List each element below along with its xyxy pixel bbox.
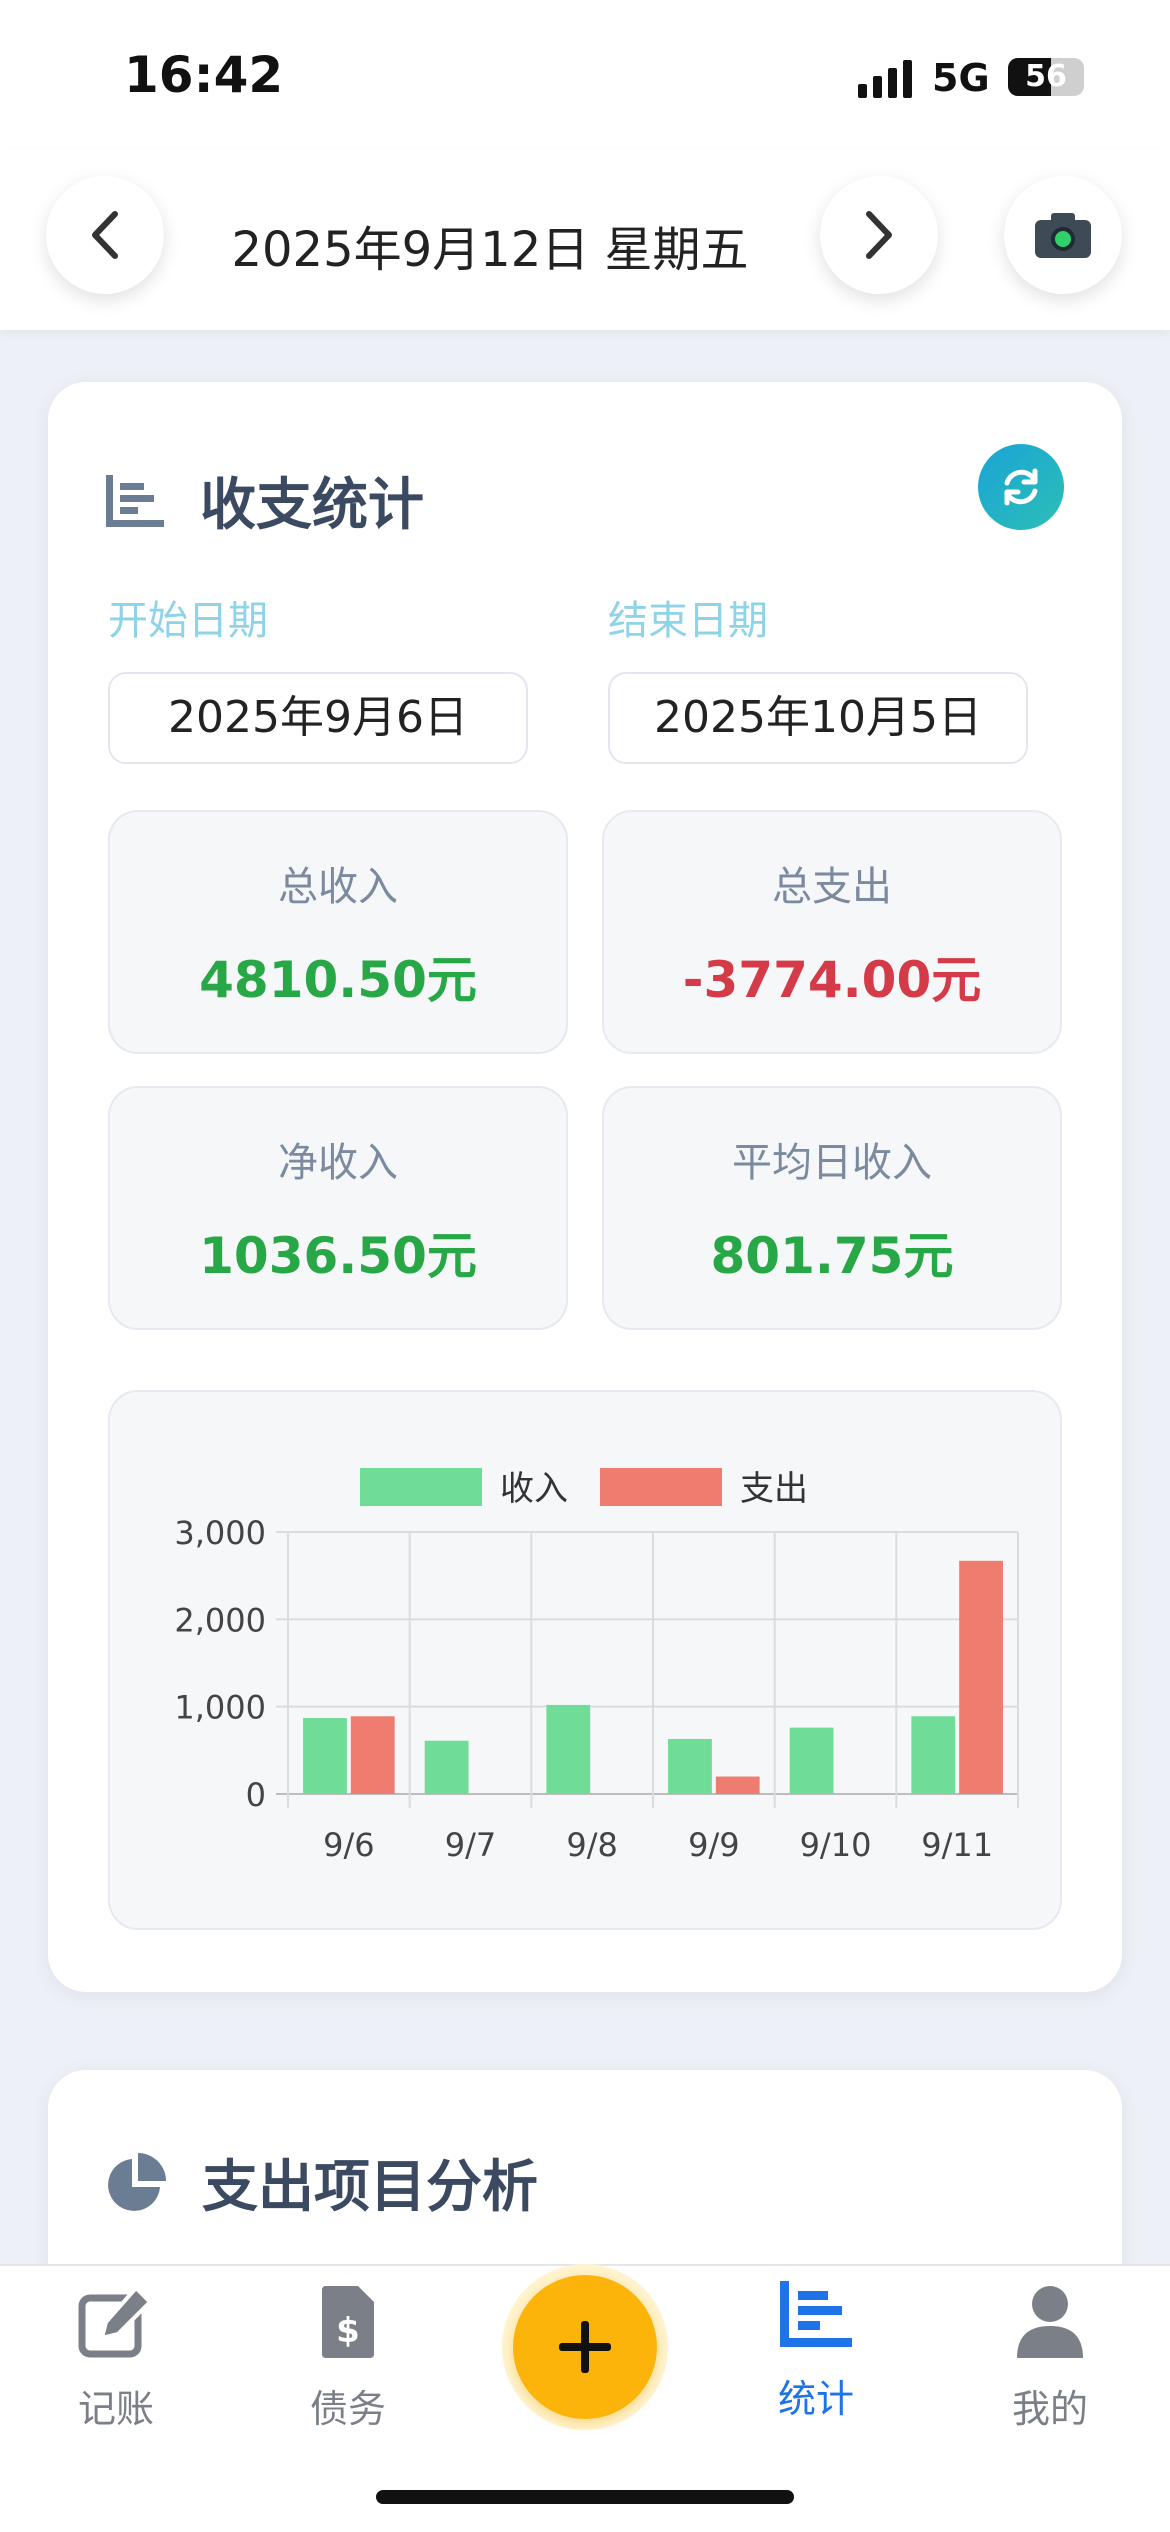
refresh-button[interactable] xyxy=(978,444,1064,530)
previous-day-button[interactable] xyxy=(46,176,164,294)
expense-bar xyxy=(350,1716,395,1794)
y-tick-label: 0 xyxy=(246,1776,266,1814)
x-tick-label: 9/10 xyxy=(800,1826,872,1864)
income-bar xyxy=(424,1740,469,1794)
net-income-tile: 净收入 1036.50元 xyxy=(108,1086,568,1330)
total-income-label: 总收入 xyxy=(278,864,398,910)
x-tick-label: 9/6 xyxy=(323,1826,375,1864)
bar-chart: 0 1,000 2,000 3,000 9/6 9/7 9/8 9/9 9/10 9/11 收入 支出 xyxy=(174,1468,1019,1864)
card-header: 收支统计 xyxy=(104,460,424,541)
income-expense-card: 收支统计 开始日期 结束日期 2025年9月6日 2025年10月5日 总收入 … xyxy=(48,382,1122,1992)
tab-debt-label: 债务 xyxy=(309,2387,386,2431)
battery-percent: 56 xyxy=(1025,59,1067,94)
income-bar xyxy=(303,1718,347,1794)
camera-icon xyxy=(1035,213,1091,258)
income-bar xyxy=(911,1716,956,1794)
chevron-left-icon xyxy=(92,211,118,259)
total-expense-tile: 总支出 -3774.00元 xyxy=(602,810,1062,1054)
user-icon xyxy=(1010,2282,1090,2362)
status-bar: 16:42 5G 56 xyxy=(0,0,1170,150)
total-expense-label: 总支出 xyxy=(772,864,892,910)
start-date-field[interactable]: 2025年9月6日 xyxy=(108,672,528,764)
pie-chart-icon xyxy=(108,2152,166,2211)
income-expense-chart: 0 1,000 2,000 3,000 9/6 9/7 9/8 9/9 9/10 9/11 收入 支出 xyxy=(108,1390,1062,1930)
network-type: 5G xyxy=(932,56,990,100)
tab-stats-label: 统计 xyxy=(777,2377,854,2421)
refresh-icon xyxy=(1004,468,1038,506)
battery-icon: 56 xyxy=(1008,58,1084,96)
expense-bar xyxy=(959,1560,1003,1794)
income-bar xyxy=(546,1704,591,1794)
tab-record-label: 记账 xyxy=(77,2387,154,2431)
bar-chart-icon xyxy=(776,2274,856,2354)
end-date-label: 结束日期 xyxy=(608,598,768,644)
plus-icon xyxy=(559,2321,611,2373)
camera-button[interactable] xyxy=(1004,176,1122,294)
home-indicator xyxy=(376,2490,794,2504)
x-tick-label: 9/9 xyxy=(688,1826,740,1864)
income-bar xyxy=(668,1738,712,1794)
next-day-button[interactable] xyxy=(820,176,938,294)
current-date[interactable]: 2025年9月12日 星期五 xyxy=(180,210,800,280)
average-daily-income-tile: 平均日收入 801.75元 xyxy=(602,1086,1062,1330)
svg-text:$: $ xyxy=(336,2311,360,2351)
y-tick-label: 3,000 xyxy=(174,1514,266,1552)
total-expense-value: -3774.00元 xyxy=(682,951,982,1009)
average-daily-income-value: 801.75元 xyxy=(710,1227,954,1285)
card-title: 收支统计 xyxy=(200,473,424,538)
net-income-label: 净收入 xyxy=(278,1140,398,1186)
end-date-field[interactable]: 2025年10月5日 xyxy=(608,672,1028,764)
legend-expense-swatch xyxy=(600,1468,722,1506)
expense-bar xyxy=(715,1776,760,1794)
bar-chart-icon xyxy=(106,474,164,527)
start-date-label: 开始日期 xyxy=(108,598,268,644)
y-tick-label: 1,000 xyxy=(174,1689,266,1727)
total-income-tile: 总收入 4810.50元 xyxy=(108,810,568,1054)
cellular-signal-icon xyxy=(858,60,912,98)
legend-income-swatch xyxy=(360,1468,482,1506)
x-tick-label: 9/8 xyxy=(566,1826,618,1864)
tab-mine-label: 我的 xyxy=(1011,2387,1088,2431)
status-time: 16:42 xyxy=(124,46,284,104)
average-daily-income-label: 平均日收入 xyxy=(732,1140,932,1186)
date-header: 2025年9月12日 星期五 xyxy=(0,150,1170,330)
x-tick-label: 9/7 xyxy=(445,1826,497,1864)
x-tick-label: 9/11 xyxy=(921,1826,993,1864)
analysis-card-title: 支出项目分析 xyxy=(202,2155,538,2220)
analysis-card-header: 支出项目分析 xyxy=(104,2142,538,2223)
edit-icon xyxy=(76,2282,156,2362)
total-income-value: 4810.50元 xyxy=(199,951,477,1009)
y-tick-label: 2,000 xyxy=(174,1601,266,1639)
chevron-right-icon xyxy=(866,211,892,259)
invoice-dollar-icon: $ xyxy=(308,2282,388,2362)
add-record-button-inner xyxy=(513,2275,657,2419)
legend-income-label: 收入 xyxy=(500,1469,568,1509)
income-bar xyxy=(789,1727,834,1794)
legend-expense-label: 支出 xyxy=(740,1469,808,1509)
add-record-button[interactable] xyxy=(502,2264,668,2430)
net-income-value: 1036.50元 xyxy=(199,1227,477,1285)
